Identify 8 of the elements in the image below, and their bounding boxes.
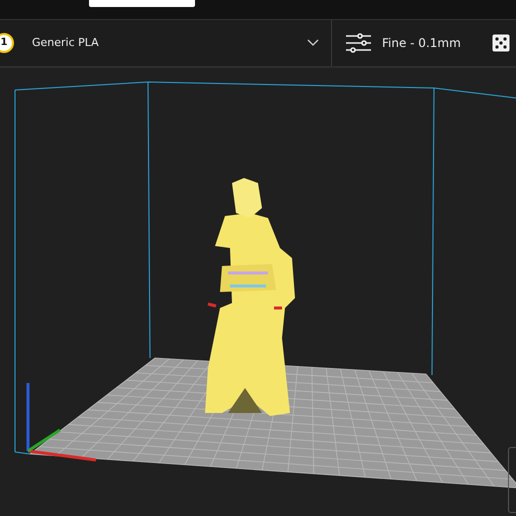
material-name: Generic PLA (32, 36, 100, 50)
sliders-icon (346, 32, 372, 53)
profile-name: Fine - 0.1mm (382, 36, 461, 50)
support-pattern-icon[interactable] (492, 34, 510, 52)
chevron-down-icon (307, 38, 319, 47)
print-settings-button[interactable]: Fine - 0.1mm (332, 20, 492, 66)
extruder-number: 1 (0, 32, 14, 53)
material-selector[interactable]: 1 Generic PLA (0, 20, 332, 66)
